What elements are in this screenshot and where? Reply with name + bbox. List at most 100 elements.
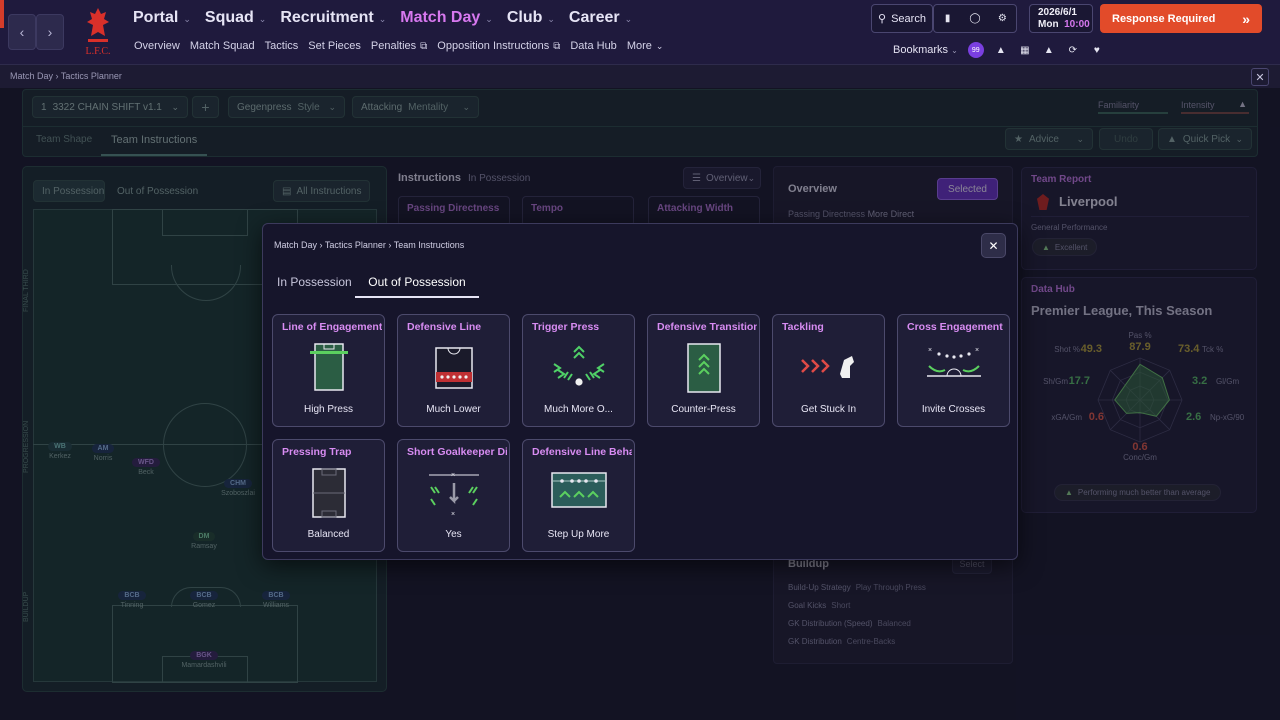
submenu-set-pieces[interactable]: Set Pieces	[308, 40, 361, 52]
instruction-card-value: Balanced	[307, 529, 350, 540]
accent-tab	[0, 0, 4, 28]
external-link-icon: ⧉	[553, 40, 561, 52]
day-text: Mon	[1038, 18, 1059, 30]
svg-text:×: ×	[928, 347, 932, 354]
trophy-icon[interactable]: ◯	[968, 12, 982, 26]
search-icon: ⚲	[878, 13, 887, 25]
menu-career[interactable]: Career ⌄	[569, 9, 632, 27]
submenu-data-hub[interactable]: Data Hub	[570, 40, 616, 52]
instruction-card-defensive-line-behavic[interactable]: Defensive Line Behavic Step Up More	[522, 439, 635, 552]
modal-breadcrumb-team-instructions: Team Instructions	[393, 240, 465, 250]
menu-label: Portal	[133, 9, 179, 26]
forward-button[interactable]: ›	[36, 14, 64, 50]
svg-text:×: ×	[975, 347, 979, 354]
menu-label: Squad	[204, 9, 254, 26]
menu-portal[interactable]: Portal ⌄	[133, 9, 191, 27]
defensive-line-icon	[423, 342, 485, 394]
modal-tab-out-of-possession[interactable]: Out of Possession	[355, 272, 479, 298]
breadcrumb-match-day[interactable]: Match Day	[10, 71, 53, 81]
cross-engagement-icon: × ×	[923, 342, 985, 394]
breadcrumb-tactics-planner[interactable]: Tactics Planner	[61, 71, 122, 81]
search-button[interactable]: ⚲ Search	[871, 4, 933, 33]
chevron-down-icon: ⌄	[655, 40, 664, 51]
external-link-icon: ⧉	[420, 40, 428, 52]
double-chevron-right-icon: »	[1242, 10, 1250, 27]
instruction-card-defensive-transition[interactable]: Defensive Transition Counter-Press	[647, 314, 760, 427]
instruction-card-title: Defensive Line Behavic	[532, 446, 632, 458]
date-time-box[interactable]: 2026/6/1 Mon 10:00	[1029, 4, 1093, 33]
instruction-card-tackling[interactable]: Tackling Get Stuck In	[772, 314, 885, 427]
trigger-press-icon	[548, 342, 610, 394]
bookmark-icon[interactable]: ▮	[941, 12, 955, 26]
submenu-more[interactable]: More ⌄	[627, 40, 664, 52]
menu-squad[interactable]: Squad ⌄	[205, 9, 266, 27]
chevron-down-icon: ⌄	[378, 14, 387, 24]
instruction-card-title: Pressing Trap	[282, 446, 352, 458]
sub-menu: Overview Match Squad Tactics Set Pieces Pena…	[134, 40, 663, 52]
instruction-card-title: Defensive Transition	[657, 321, 757, 333]
chevron-down-icon: ⌄	[485, 14, 493, 24]
bookmarks-bar: Bookmarks ⌄ 99 ▲ ▦ ▲ ⟳ ♥	[893, 42, 1104, 58]
menu-label: Match Day	[400, 9, 481, 26]
submenu-penalties[interactable]: Penalties ⧉	[371, 40, 427, 52]
menu-recruitment[interactable]: Recruitment ⌄	[280, 9, 386, 27]
short-gk-distribution-icon: × ×	[423, 467, 485, 519]
search-label: Search	[891, 12, 926, 25]
modal-breadcrumb-tactics-planner[interactable]: Tactics Planner	[325, 240, 386, 250]
club-crest-logo[interactable]: L.F.C.	[82, 6, 114, 58]
refresh-icon[interactable]: ⟳	[1066, 43, 1080, 57]
svg-text:×: ×	[451, 511, 455, 518]
instruction-card-short-goalkeeper-distri[interactable]: Short Goalkeeper Distri××Yes	[397, 439, 510, 552]
inbox-badge-count: 99	[971, 46, 980, 54]
back-button[interactable]: ‹	[8, 14, 36, 50]
instruction-card-title: Cross Engagement	[907, 321, 1003, 333]
quick-tools: ▮ ◯ ⚙	[933, 4, 1017, 33]
modal-breadcrumb-match-day[interactable]: Match Day	[274, 240, 317, 250]
instruction-card-title: Trigger Press	[532, 321, 600, 333]
time-text: 10:00	[1064, 18, 1090, 30]
bookmarks-button[interactable]: Bookmarks ⌄	[893, 44, 958, 56]
close-page-button[interactable]: ✕	[1251, 68, 1269, 86]
instruction-card-value: Much Lower	[426, 404, 481, 415]
instruction-card-value: Invite Crosses	[921, 404, 986, 415]
clipboard-icon[interactable]: ▦	[1018, 43, 1032, 57]
instruction-card-title: Tackling	[782, 321, 824, 333]
instruction-card-line-of-engagement[interactable]: Line of Engagement High Press	[272, 314, 385, 427]
cup-icon[interactable]: ♥	[1090, 43, 1104, 57]
tackling-icon	[798, 342, 860, 394]
instruction-card-defensive-line[interactable]: Defensive Line Much Lower	[397, 314, 510, 427]
submenu-opposition-instructions[interactable]: Opposition Instructions ⧉	[437, 40, 560, 52]
modal-breadcrumb: Match Day › Tactics Planner › Team Instr…	[274, 240, 465, 250]
training-icon[interactable]: ▲	[1042, 43, 1056, 57]
chevron-down-icon: ⌄	[624, 14, 633, 24]
instruction-card-trigger-press[interactable]: Trigger Press Much More O...	[522, 314, 635, 427]
chevron-down-icon: ⌄	[951, 46, 958, 55]
modal-tab-in-possession[interactable]: In Possession	[277, 275, 352, 289]
inbox-badge-icon[interactable]: 99	[967, 42, 984, 58]
counter-press-icon	[673, 342, 735, 394]
submenu-label: Set Pieces	[308, 40, 361, 52]
submenu-overview[interactable]: Overview	[134, 40, 180, 52]
gear-icon[interactable]: ⚙	[995, 12, 1009, 26]
menu-club[interactable]: Club ⌄	[507, 9, 555, 27]
line-of-engagement-icon	[298, 342, 360, 394]
instruction-card-pressing-trap[interactable]: Pressing Trap Balanced	[272, 439, 385, 552]
menu-match-day[interactable]: Match Day ⌄	[400, 9, 493, 27]
pressing-trap-icon	[298, 467, 360, 519]
instruction-card-title: Short Goalkeeper Distri	[407, 446, 507, 458]
chevron-left-icon: ‹	[19, 24, 25, 40]
instruction-card-cross-engagement[interactable]: Cross Engagement × × Invite Crosses	[897, 314, 1010, 427]
submenu-match-squad[interactable]: Match Squad	[190, 40, 255, 52]
submenu-tactics[interactable]: Tactics	[265, 40, 299, 52]
response-required-button[interactable]: Response Required »	[1100, 4, 1262, 33]
modal-tab-out-of-possession-label: Out of Possession	[368, 275, 466, 289]
svg-text:×: ×	[451, 472, 455, 479]
modal-close-button[interactable]: ✕	[981, 233, 1006, 258]
instruction-card-title: Defensive Line	[407, 321, 482, 333]
kit-icon[interactable]: ▲	[994, 43, 1008, 57]
submenu-label: Opposition Instructions	[437, 40, 550, 52]
submenu-label: Tactics	[264, 40, 299, 52]
instruction-card-value: Counter-Press	[671, 404, 736, 415]
chevron-down-icon: ⌄	[547, 14, 555, 24]
chevron-down-icon: ⌄	[183, 14, 191, 24]
